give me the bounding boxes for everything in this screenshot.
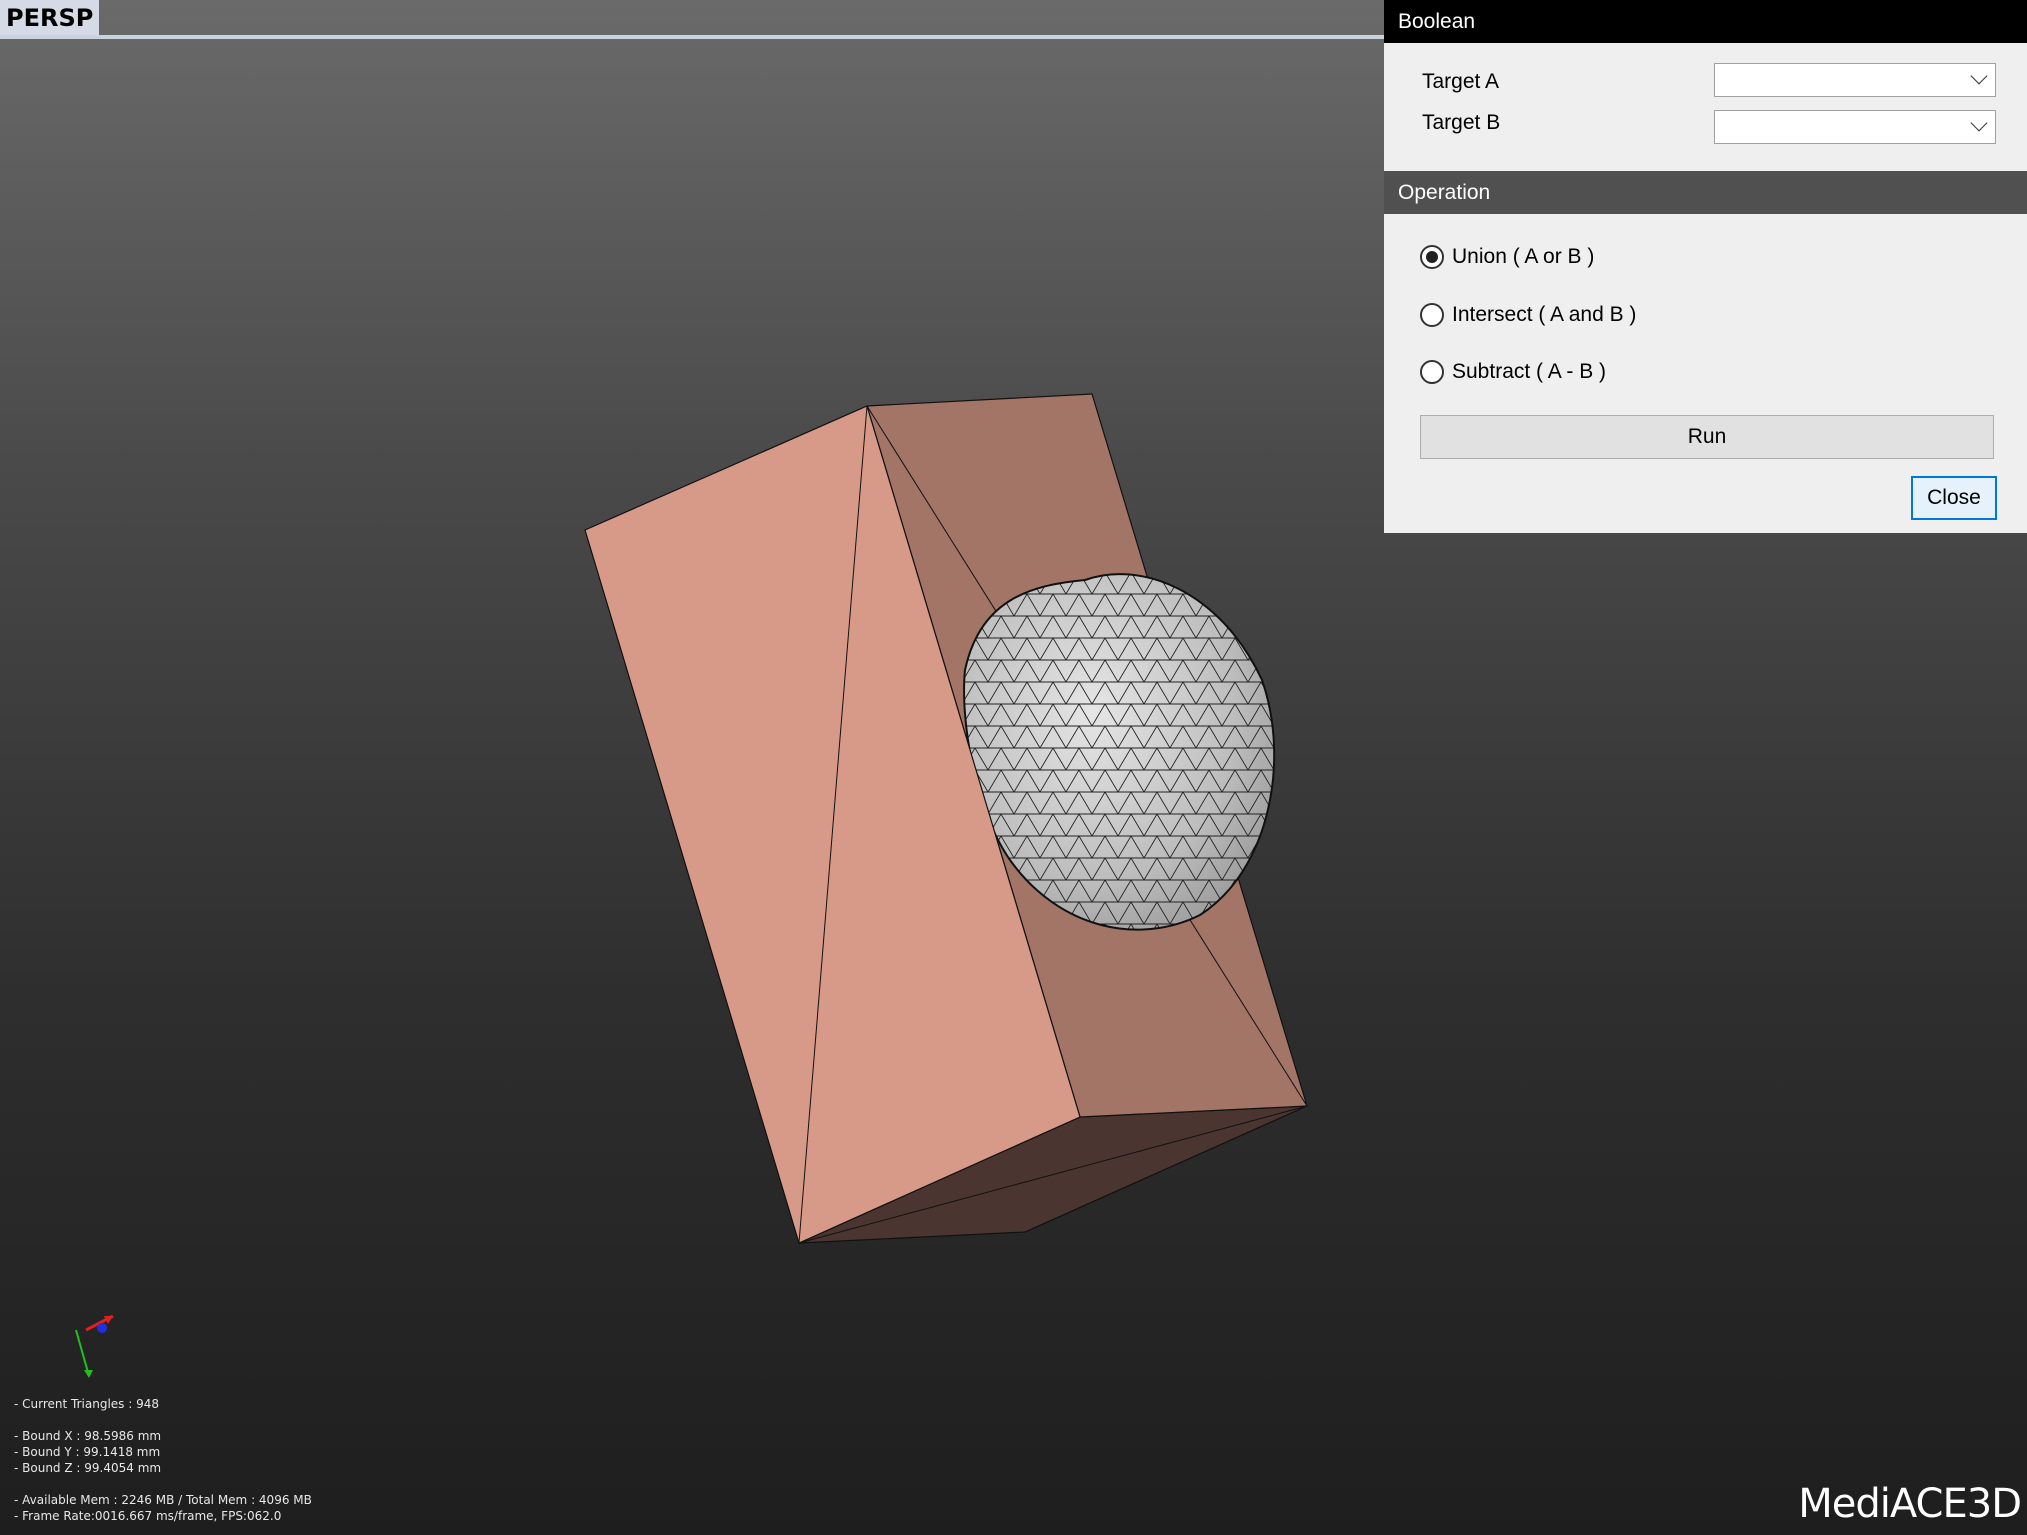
panel-title: Boolean: [1384, 0, 2027, 43]
boolean-panel: Boolean Target A Target B Operation Unio…: [1384, 0, 2027, 533]
stat-bound-z: - Bound Z : 99.4054 mm: [14, 1461, 162, 1475]
stat-memory: - Available Mem : 2246 MB / Total Mem : …: [14, 1493, 312, 1507]
stat-bound-x: - Bound X : 98.5986 mm: [14, 1429, 162, 1443]
close-button[interactable]: Close: [1911, 476, 1997, 520]
app-logo: MediACE3D: [1798, 1481, 2022, 1527]
radio-subtract[interactable]: Subtract ( A - B ): [1420, 357, 1606, 387]
run-button[interactable]: Run: [1420, 415, 1994, 459]
radio-union[interactable]: Union ( A or B ): [1420, 242, 1594, 272]
target-b-label: Target B: [1422, 111, 1501, 134]
stat-triangles: - Current Triangles : 948: [14, 1397, 159, 1411]
radio-union-label: Union ( A or B ): [1452, 245, 1595, 268]
target-a-select[interactable]: [1714, 63, 1996, 97]
stat-bound-y: - Bound Y : 99.1418 mm: [14, 1445, 161, 1459]
scene-stats: - Current Triangles : 948 - Bound X : 98…: [14, 1396, 312, 1524]
stat-frame-rate: - Frame Rate:0016.667 ms/frame, FPS:062.…: [14, 1509, 282, 1523]
radio-intersect-label: Intersect ( A and B ): [1452, 303, 1637, 326]
target-b-select[interactable]: [1714, 110, 1996, 144]
operation-header: Operation: [1384, 171, 2027, 214]
radio-intersect[interactable]: Intersect ( A and B ): [1420, 300, 1636, 330]
axis-gizmo: [75, 1314, 114, 1378]
radio-button[interactable]: [1420, 303, 1444, 327]
view-tab-divider: [0, 35, 1384, 39]
chevron-down-icon: [1970, 114, 1988, 132]
radio-subtract-label: Subtract ( A - B ): [1452, 360, 1607, 383]
view-mode-tab[interactable]: PERSP: [0, 0, 100, 36]
target-a-label: Target A: [1422, 70, 1500, 93]
radio-button-selected[interactable]: [1420, 245, 1444, 269]
radio-button[interactable]: [1420, 360, 1444, 384]
chevron-down-icon: [1970, 67, 1988, 85]
